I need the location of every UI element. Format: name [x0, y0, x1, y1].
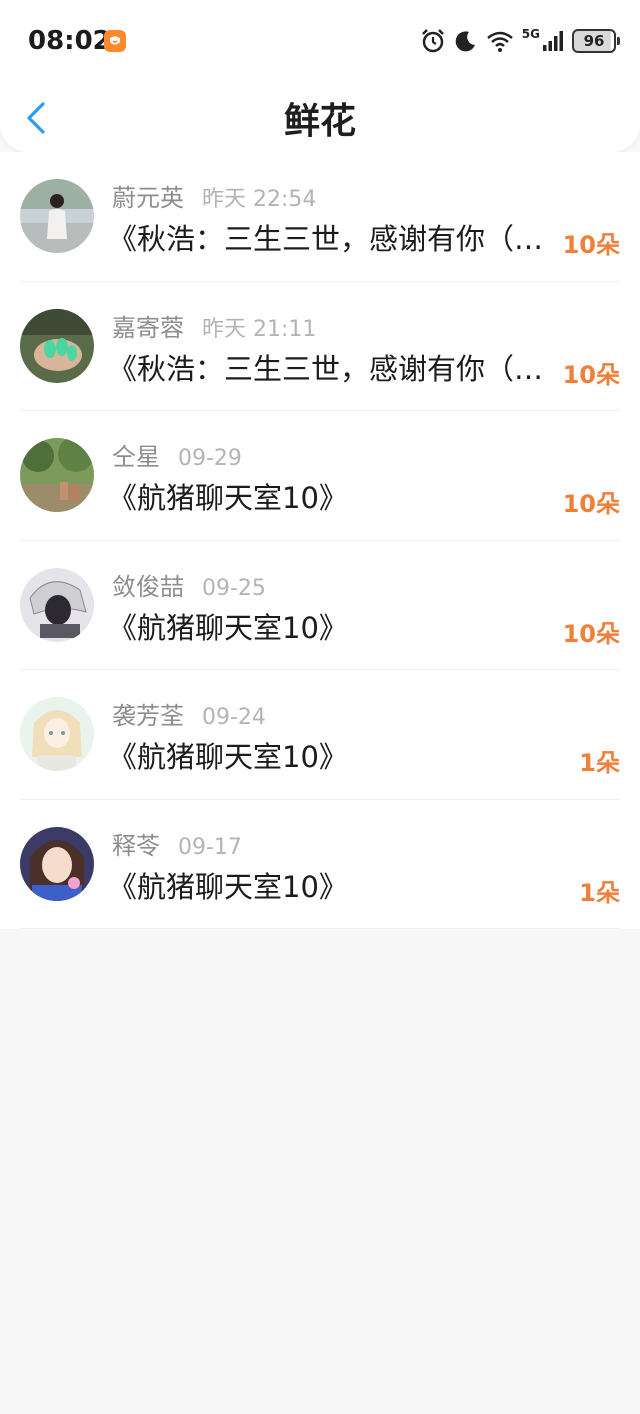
page-title: 鲜花: [283, 101, 356, 142]
timestamp: 09-29: [178, 446, 242, 471]
flower-count: 10朵: [562, 360, 620, 389]
flower-count: 10朵: [562, 490, 620, 518]
list-item[interactable]: 敛俊喆 09-25 《航猪聊天室10》 10朵: [0, 540, 640, 670]
timestamp: 09-17: [178, 834, 242, 860]
list-item[interactable]: 袭芳荃 09-24 《航猪聊天室10》 1朵: [0, 670, 640, 800]
flower-count: 1朵: [579, 878, 620, 907]
battery-icon: 96: [572, 29, 620, 53]
topic-title[interactable]: 《航猪聊天室10》: [108, 475, 548, 517]
status-bar: 08:02 5G 96: [0, 0, 640, 80]
user-name[interactable]: 敛俊喆: [112, 567, 184, 602]
wifi-icon: [486, 31, 513, 52]
user-name[interactable]: 蔚元英: [112, 178, 184, 213]
status-time: 08:02: [28, 26, 111, 56]
app-badge-icon: [104, 30, 126, 52]
header: 鲜花: [0, 80, 640, 152]
avatar[interactable]: [20, 826, 94, 901]
timestamp: 昨天 22:54: [202, 187, 317, 212]
avatar[interactable]: [20, 438, 94, 512]
flower-count: 10朵: [562, 231, 620, 259]
divider: [20, 928, 620, 929]
avatar[interactable]: [20, 179, 94, 253]
timestamp: 09-24: [202, 705, 266, 730]
topic-title[interactable]: 《秋浩：三生三世，感谢有你（五）》: [108, 216, 548, 258]
network-label: 5G: [521, 27, 540, 41]
battery-level: 96: [583, 32, 605, 50]
list-item[interactable]: 仝星 09-29 《航猪聊天室10》 10朵: [0, 411, 640, 541]
avatar[interactable]: [20, 697, 94, 771]
user-name[interactable]: 嘉寄蓉: [112, 308, 184, 343]
topic-title[interactable]: 《航猪聊天室10》: [108, 605, 548, 647]
list-item[interactable]: 蔚元英 昨天 22:54 《秋浩：三生三世，感谢有你（五）》 10朵: [0, 152, 640, 282]
list-item[interactable]: 嘉寄蓉 昨天 21:11 《秋浩：三生三世，感谢有你（四）》 10朵: [0, 281, 640, 411]
user-name[interactable]: 释苓: [112, 826, 160, 861]
avatar[interactable]: [20, 308, 94, 383]
timestamp: 昨天 21:11: [202, 316, 317, 342]
alarm-icon: [421, 29, 444, 53]
moon-icon: [455, 31, 475, 52]
flower-count: 10朵: [562, 619, 620, 648]
user-name[interactable]: 仝星: [112, 437, 160, 472]
flower-count: 1朵: [579, 749, 620, 777]
signal-icon: [543, 31, 563, 51]
list-item[interactable]: 释苓 09-17 《航猪聊天室10》 1朵: [0, 799, 640, 929]
flower-list: 蔚元英 昨天 22:54 《秋浩：三生三世，感谢有你（五）》 10朵 嘉寄蓉 昨…: [0, 152, 640, 929]
status-icons: 5G 96: [420, 26, 620, 56]
topic-title[interactable]: 《秋浩：三生三世，感谢有你（四）》: [108, 346, 548, 388]
user-name[interactable]: 袭芳荃: [112, 696, 184, 731]
avatar[interactable]: [20, 567, 94, 642]
topic-title[interactable]: 《航猪聊天室10》: [108, 864, 548, 906]
timestamp: 09-25: [202, 575, 266, 601]
topic-title[interactable]: 《航猪聊天室10》: [108, 734, 548, 776]
